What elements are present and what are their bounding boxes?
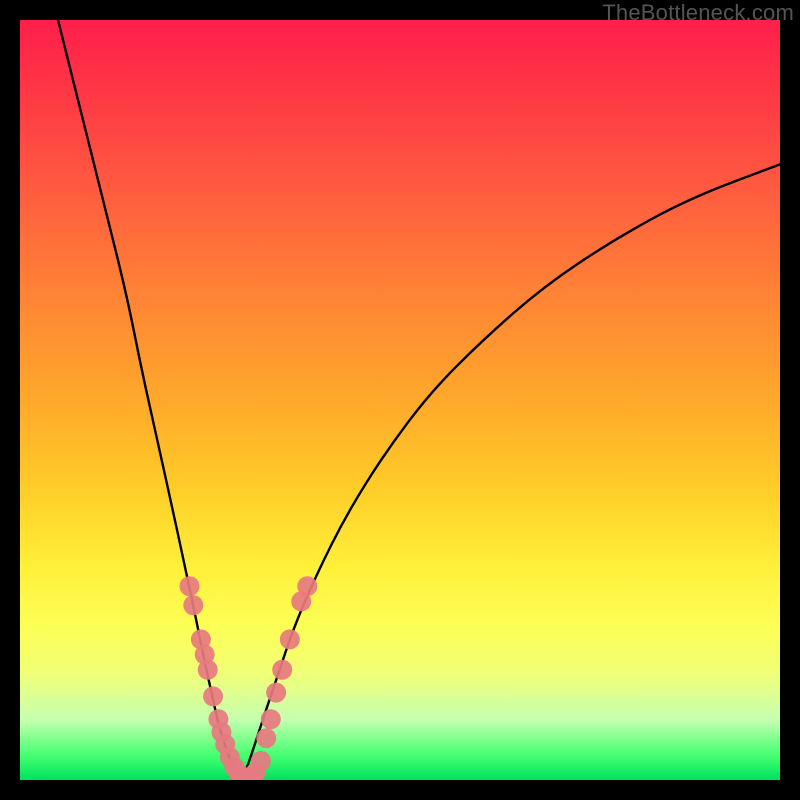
data-point	[203, 686, 223, 706]
curve-right-curve	[242, 164, 780, 780]
watermark-text: TheBottleneck.com	[602, 0, 794, 26]
data-point	[251, 751, 271, 771]
data-point	[198, 660, 218, 680]
data-point	[183, 595, 203, 615]
data-point	[280, 629, 300, 649]
data-point	[261, 709, 281, 729]
data-point	[179, 576, 199, 596]
plot-area	[20, 20, 780, 780]
data-point	[266, 683, 286, 703]
data-point	[256, 728, 276, 748]
chart-frame: TheBottleneck.com	[0, 0, 800, 800]
data-point	[297, 576, 317, 596]
chart-svg	[20, 20, 780, 780]
data-point	[272, 660, 292, 680]
